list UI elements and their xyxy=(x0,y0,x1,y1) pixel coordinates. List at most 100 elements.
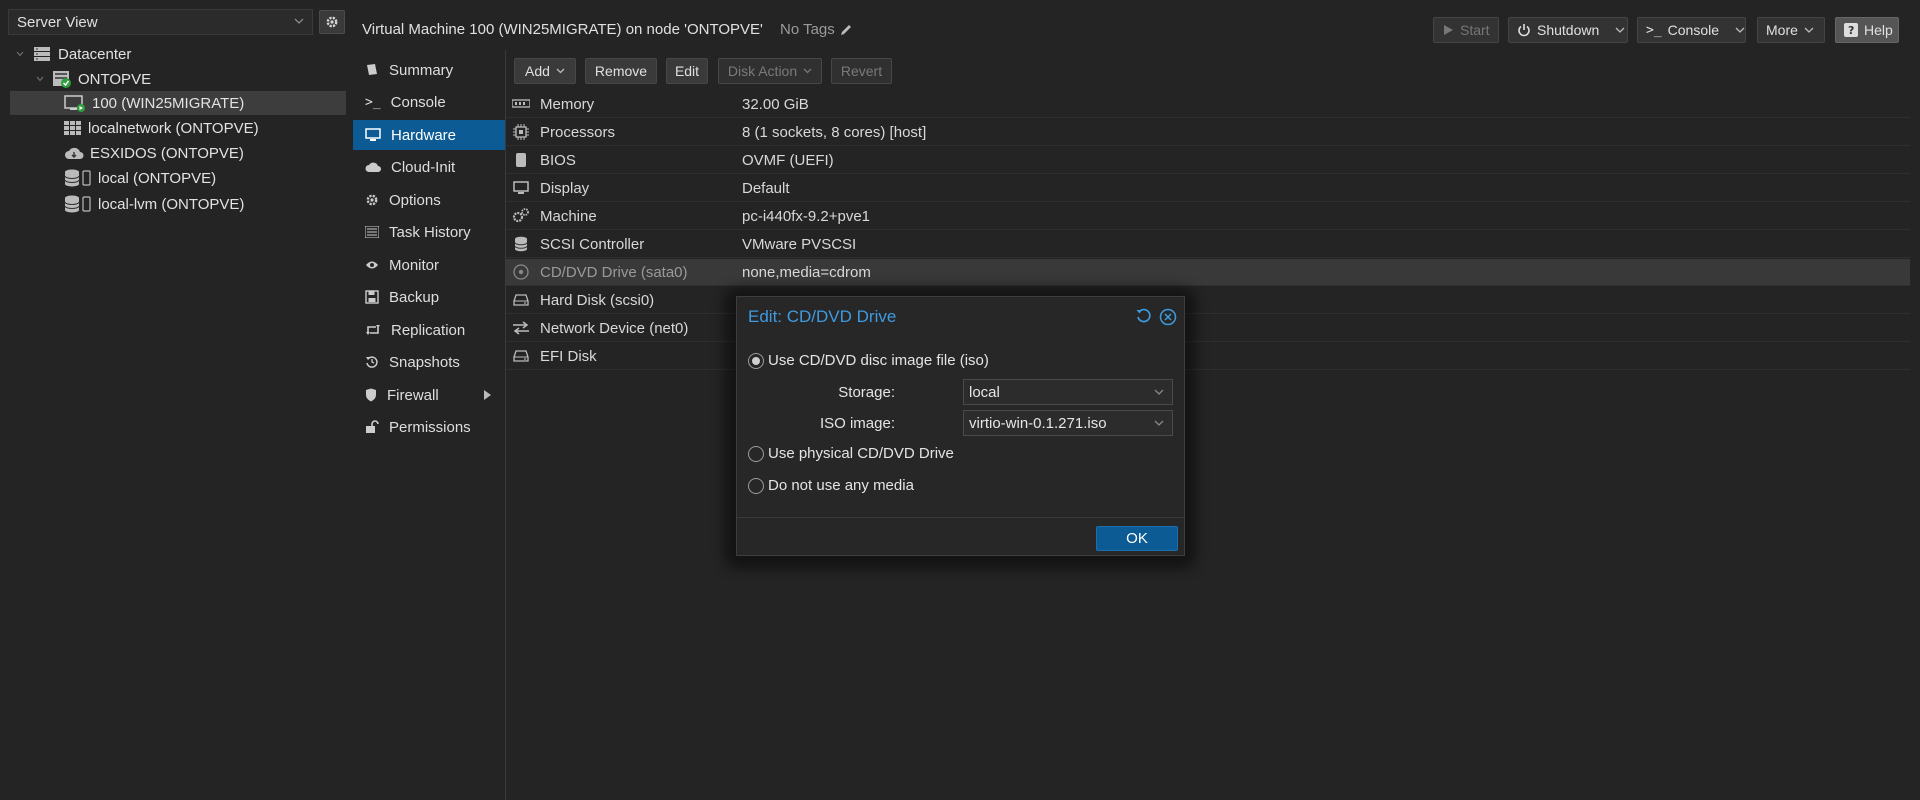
radio-use-physical[interactable]: Use physical CD/DVD Drive xyxy=(748,445,954,462)
iso-image-select[interactable]: virtio-win-0.1.271.iso xyxy=(963,410,1173,436)
unlock-icon xyxy=(365,420,379,434)
tree-item-localnetwork[interactable]: localnetwork (ONTOPVE) xyxy=(64,116,259,140)
view-selector[interactable]: Server View xyxy=(8,9,313,35)
storage-icon xyxy=(64,195,92,213)
pencil-icon[interactable] xyxy=(839,23,853,37)
hardware-row-network-device[interactable]: Network Device (net0) xyxy=(506,315,1910,342)
memory-icon xyxy=(510,99,532,109)
nav-label: Permissions xyxy=(389,418,471,436)
chevron-down-icon[interactable] xyxy=(1154,420,1164,426)
vm-config-nav: Summary >_ Console Hardware Cloud-Init O… xyxy=(353,55,505,800)
add-button[interactable]: Add xyxy=(514,58,576,84)
hardware-row-memory[interactable]: Memory 32.00 GiB xyxy=(506,91,1910,118)
tree-item-label: localnetwork (ONTOPVE) xyxy=(88,119,259,137)
nav-permissions[interactable]: Permissions xyxy=(353,412,505,442)
hardware-key: Hard Disk (scsi0) xyxy=(540,291,655,309)
help-button[interactable]: ? Help xyxy=(1835,17,1899,43)
revert-button[interactable]: Revert xyxy=(831,58,892,84)
storage-select[interactable]: local xyxy=(963,379,1173,405)
nav-label: Firewall xyxy=(387,386,439,404)
tree-item-node[interactable]: ONTOPVE xyxy=(34,67,151,91)
iso-image-value: virtio-win-0.1.271.iso xyxy=(969,415,1107,432)
more-label: More xyxy=(1766,22,1798,38)
hardware-key: Network Device (net0) xyxy=(540,319,689,337)
chevron-down-icon[interactable] xyxy=(1615,27,1625,33)
hardware-key: Memory xyxy=(540,95,595,113)
expand-right-icon[interactable] xyxy=(484,390,491,400)
nav-label: Summary xyxy=(389,61,454,79)
hardware-value: 8 (1 sockets, 8 cores) [host] xyxy=(742,123,927,141)
edit-button[interactable]: Edit xyxy=(666,58,708,84)
nav-cloud-init[interactable]: Cloud-Init xyxy=(353,152,505,182)
remove-button[interactable]: Remove xyxy=(585,58,657,84)
ok-button[interactable]: OK xyxy=(1096,526,1178,551)
tree-item-datacenter[interactable]: Datacenter xyxy=(14,42,131,66)
hardware-row-hard-disk[interactable]: Hard Disk (scsi0) xyxy=(506,287,1910,314)
eye-icon xyxy=(365,260,379,270)
hardware-value: pc-i440fx-9.2+pve1 xyxy=(742,207,870,225)
nav-label: Snapshots xyxy=(389,353,460,371)
start-button[interactable]: Start xyxy=(1433,17,1499,43)
remove-label: Remove xyxy=(594,63,648,79)
hardware-key: CD/DVD Drive (sata0) xyxy=(540,263,688,281)
hardware-row-cd-dvd-drive[interactable]: CD/DVD Drive (sata0) none,media=cdrom xyxy=(506,259,1910,286)
nav-label: Backup xyxy=(389,288,440,306)
nav-hardware[interactable]: Hardware xyxy=(353,120,505,150)
collapse-icon[interactable] xyxy=(14,48,26,60)
tree-item-vm-100[interactable]: 100 (WIN25MIGRATE) xyxy=(10,91,346,115)
history-icon xyxy=(365,355,379,369)
radio-unchecked-icon xyxy=(748,445,764,462)
start-label: Start xyxy=(1460,22,1490,38)
chevron-down-icon[interactable] xyxy=(1154,389,1164,395)
nav-console[interactable]: >_ Console xyxy=(353,87,505,117)
hardware-row-display[interactable]: Display Default xyxy=(506,175,1910,202)
close-icon[interactable] xyxy=(1159,308,1177,326)
hdd-icon xyxy=(510,294,532,306)
nav-firewall[interactable]: Firewall xyxy=(353,380,505,410)
tree-item-label: ONTOPVE xyxy=(78,70,152,88)
hardware-key: BIOS xyxy=(540,151,576,169)
radio-use-iso[interactable]: Use CD/DVD disc image file (iso) xyxy=(748,352,989,369)
hardware-row-bios[interactable]: BIOS OVMF (UEFI) xyxy=(506,147,1910,174)
nav-snapshots[interactable]: Snapshots xyxy=(353,347,505,377)
disk-action-button[interactable]: Disk Action xyxy=(718,58,822,84)
tree-settings-button[interactable] xyxy=(319,10,345,34)
edit-cd-dvd-dialog: Edit: CD/DVD Drive Use CD/DVD disc image… xyxy=(736,296,1185,556)
node-online-icon xyxy=(52,70,72,88)
cloud-icon xyxy=(365,161,381,173)
desktop-icon xyxy=(510,181,532,195)
view-selector-value: Server View xyxy=(17,14,98,31)
terminal-icon: >_ xyxy=(1646,22,1662,38)
console-button[interactable]: >_ Console xyxy=(1637,17,1746,43)
floppy-icon xyxy=(365,290,379,304)
nav-replication[interactable]: Replication xyxy=(353,315,505,345)
dialog-footer-divider xyxy=(737,517,1184,518)
nav-task-history[interactable]: Task History xyxy=(353,217,505,247)
tree-item-local-lvm[interactable]: local-lvm (ONTOPVE) xyxy=(64,192,244,216)
storage-value: local xyxy=(969,384,1000,401)
tree-item-local[interactable]: local (ONTOPVE) xyxy=(64,166,216,190)
chevron-down-icon[interactable] xyxy=(1735,27,1745,33)
nav-monitor[interactable]: Monitor xyxy=(353,250,505,280)
collapse-icon[interactable] xyxy=(34,73,46,85)
hardware-value: none,media=cdrom xyxy=(742,263,871,281)
shutdown-button[interactable]: Shutdown xyxy=(1508,17,1628,43)
retweet-icon xyxy=(365,324,381,336)
tree-item-esxidos[interactable]: ESXIDOS (ONTOPVE) xyxy=(64,141,244,165)
hardware-row-efi-disk[interactable]: EFI Disk xyxy=(506,343,1910,370)
hardware-row-processors[interactable]: Processors 8 (1 sockets, 8 cores) [host] xyxy=(506,119,1910,146)
nav-options[interactable]: Options xyxy=(353,185,505,215)
nav-backup[interactable]: Backup xyxy=(353,282,505,312)
hardware-value: Default xyxy=(742,179,790,197)
hardware-key: Machine xyxy=(540,207,597,225)
more-button[interactable]: More xyxy=(1757,17,1825,43)
radio-no-media[interactable]: Do not use any media xyxy=(748,477,914,494)
hardware-value: OVMF (UEFI) xyxy=(742,151,834,169)
book-icon xyxy=(365,63,379,77)
tags-area[interactable]: No Tags xyxy=(780,21,853,38)
hardware-row-scsi-controller[interactable]: SCSI Controller VMware PVSCSI xyxy=(506,231,1910,258)
nav-summary[interactable]: Summary xyxy=(353,55,505,85)
hardware-row-machine[interactable]: Machine pc-i440fx-9.2+pve1 xyxy=(506,203,1910,230)
reset-icon[interactable] xyxy=(1136,308,1152,324)
chevron-down-icon xyxy=(803,68,812,74)
